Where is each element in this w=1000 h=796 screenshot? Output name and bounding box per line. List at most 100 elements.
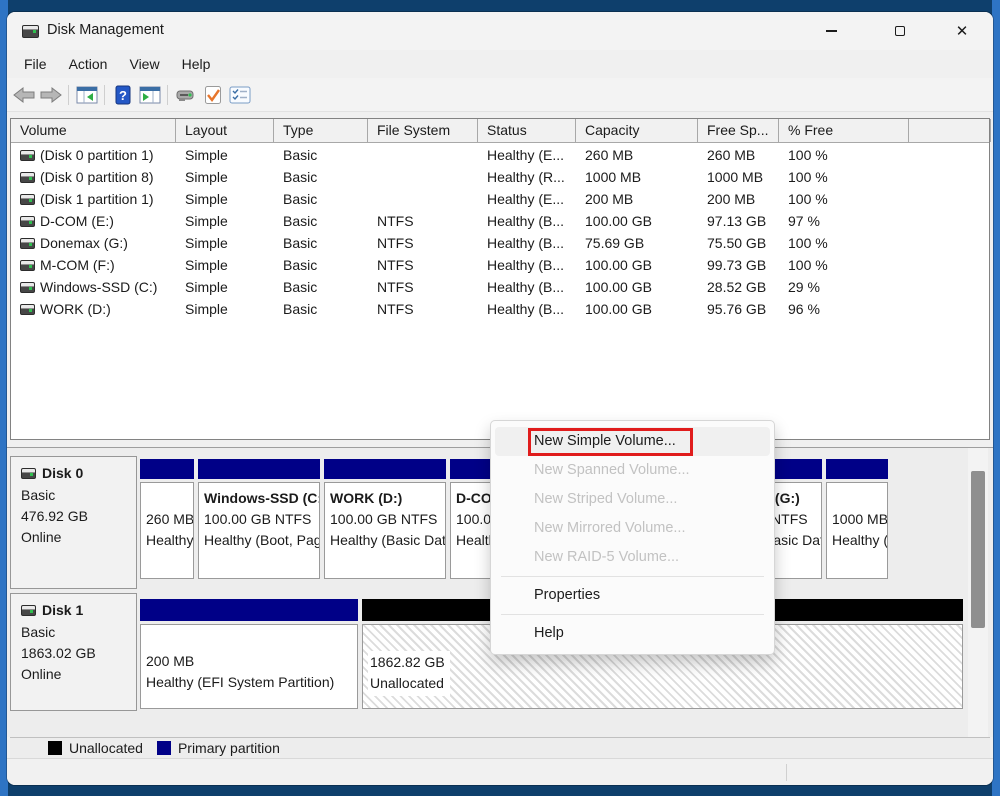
table-row[interactable]: (Disk 0 partition 1)SimpleBasicHealthy (… [11,144,989,166]
cell: Simple [176,210,274,232]
check-document-button[interactable] [199,82,226,108]
cell: Basic [274,144,368,166]
properties-list-button[interactable] [226,82,253,108]
legend-item: Primary partition [157,740,280,756]
partition-status: Healthy (EFI System Partition) [146,530,193,551]
cell: Simple [176,254,274,276]
vertical-scrollbar[interactable] [968,448,988,738]
disk-label-0[interactable]: Disk 0Basic476.92 GBOnline [10,456,137,589]
unallocated-label: 1862.82 GBUnallocated [368,651,450,696]
maximize-icon [895,26,905,36]
disk-label-1[interactable]: Disk 1Basic1863.02 GBOnline [10,593,137,711]
cell: 200 MB [698,188,779,210]
disk-status: Online [21,664,136,685]
partition-Healthy (EFI System Partition)[interactable]: 260 MBHealthy (EFI System Partition) [140,456,194,579]
cell: Simple [176,232,274,254]
menu-view[interactable]: View [118,53,170,75]
menu-item-new-spanned-volume: New Spanned Volume... [495,456,770,485]
menu-help[interactable]: Help [171,53,222,75]
column-header-% Free[interactable]: % Free [779,119,909,142]
cell: 28.52 GB [698,276,779,298]
show-action-pane-button[interactable] [136,82,163,108]
partition-body[interactable]: Windows-SSD (C:)100.00 GB NTFSHealthy (B… [198,482,320,579]
column-header-Type[interactable]: Type [274,119,368,142]
partition-Windows-SSD (C:)[interactable]: Windows-SSD (C:)100.00 GB NTFSHealthy (B… [198,456,320,579]
disk-type: Basic [21,622,136,643]
column-header-Capacity[interactable]: Capacity [576,119,698,142]
disk-type: Basic [21,485,136,506]
column-header-Layout[interactable]: Layout [176,119,274,142]
partition-body[interactable]: WORK (D:)100.00 GB NTFSHealthy (Basic Da… [324,482,446,579]
cell: Basic [274,188,368,210]
forward-button[interactable] [37,82,64,108]
partition-color-bar [140,599,358,621]
toolbar-separator [68,85,69,105]
volume-icon [20,260,35,271]
close-button[interactable]: ✕ [938,12,986,50]
volume-icon [20,282,35,293]
app-icon [22,25,39,38]
cell: 100.00 GB [576,254,698,276]
partition-Healthy (EFI System Partition)[interactable]: 200 MBHealthy (EFI System Partition) [140,593,358,709]
show-console-tree-button[interactable] [73,82,100,108]
table-row[interactable]: M-COM (F:)SimpleBasicNTFSHealthy (B...10… [11,254,989,276]
console-window-button[interactable] [172,82,199,108]
cell: 100.00 GB [576,210,698,232]
toolbar-separator [167,85,168,105]
cell: 96 % [779,298,909,320]
partition-body[interactable]: 200 MBHealthy (EFI System Partition) [140,624,358,709]
partition-Healthy (Recovery Partition)[interactable]: 1000 MBHealthy (Recovery Partition) [826,456,888,579]
window-title: Disk Management [47,22,164,38]
menu-item-help[interactable]: Help [495,619,770,648]
cell: Healthy (R... [478,166,576,188]
partition-color-bar [198,459,320,479]
partition-body[interactable]: 260 MBHealthy (EFI System Partition) [140,482,194,579]
menu-item-properties[interactable]: Properties [495,581,770,610]
disk-name-text: Disk 0 [42,465,83,481]
column-header-Status[interactable]: Status [478,119,576,142]
column-header-Free Sp...[interactable]: Free Sp... [698,119,779,142]
cell: Simple [176,144,274,166]
minimize-button[interactable] [807,12,855,50]
maximize-button[interactable] [876,12,924,50]
back-button[interactable] [10,82,37,108]
menu-file[interactable]: File [13,53,58,75]
cell: Healthy (B... [478,298,576,320]
legend-label: Primary partition [178,740,280,756]
table-row[interactable]: (Disk 1 partition 1)SimpleBasicHealthy (… [11,188,989,210]
cell: 29 % [779,276,909,298]
cell: Simple [176,188,274,210]
cell: 260 MB [698,144,779,166]
menu-separator [501,614,764,615]
column-header-Volume[interactable]: Volume [11,119,176,142]
partition-name: WORK (D:) [330,488,445,509]
title-bar[interactable]: Disk Management ✕ [7,12,993,50]
legend-label: Unallocated [69,740,143,756]
table-row[interactable]: D-COM (E:)SimpleBasicNTFSHealthy (B...10… [11,210,989,232]
cell: 1000 MB [698,166,779,188]
help-button[interactable]: ? [109,82,136,108]
table-row[interactable]: Windows-SSD (C:)SimpleBasicNTFSHealthy (… [11,276,989,298]
partition-WORK (D:)[interactable]: WORK (D:)100.00 GB NTFSHealthy (Basic Da… [324,456,446,579]
table-row[interactable]: WORK (D:)SimpleBasicNTFSHealthy (B...100… [11,298,989,320]
disk-status: Online [21,527,136,548]
legend-swatch [157,741,171,755]
help-icon: ? [115,85,131,105]
cell: Basic [274,298,368,320]
cell: 100 % [779,232,909,254]
scrollbar-thumb[interactable] [971,471,985,628]
table-row[interactable]: (Disk 0 partition 8)SimpleBasicHealthy (… [11,166,989,188]
column-header-blank[interactable] [909,119,991,142]
column-header-File System[interactable]: File System [368,119,478,142]
cell: 100.00 GB [576,276,698,298]
cell: NTFS [368,298,478,320]
menu-action[interactable]: Action [58,53,119,75]
table-row[interactable]: Donemax (G:)SimpleBasicNTFSHealthy (B...… [11,232,989,254]
partition-status: Healthy (Basic Data Partition) [330,530,445,551]
partition-status: Healthy (Boot, Page File, Crash Dump, Ba… [204,530,319,551]
volume-icon [20,172,35,183]
volume-icon [20,150,35,161]
partition-capacity: 100.00 GB NTFS [330,509,445,530]
disk-size: 1863.02 GB [21,643,136,664]
partition-body[interactable]: 1000 MBHealthy (Recovery Partition) [826,482,888,579]
